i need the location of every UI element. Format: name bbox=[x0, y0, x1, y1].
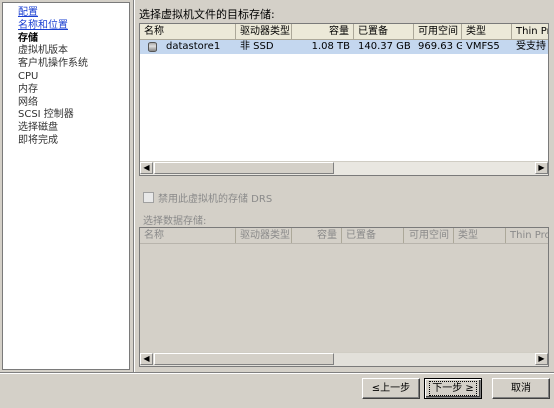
column-header-provisioned: 已置备 bbox=[342, 228, 404, 243]
next-button[interactable]: 下一步 ≥ bbox=[424, 378, 482, 399]
footer-divider-highlight bbox=[0, 373, 554, 374]
column-header-provisioned[interactable]: 已置备 bbox=[354, 24, 414, 39]
disable-storage-drs-label: 禁用此虚拟机的存储 DRS bbox=[158, 194, 273, 205]
wizard-steps-list: 配置 名称和位置 存储 虚拟机版本 客户机操作系统 CPU 内存 网络 SCSI… bbox=[18, 7, 88, 148]
scroll-left-arrow-icon: ◀ bbox=[140, 353, 153, 365]
column-header-free-space[interactable]: 可用空间 bbox=[414, 24, 462, 39]
row-capacity: 1.08 TB bbox=[311, 41, 350, 52]
back-button[interactable]: ≤上一步 bbox=[362, 378, 420, 399]
step-select-disk: 选择磁盘 bbox=[18, 122, 58, 134]
table-header: 名称 驱动器类型 容量 已置备 可用空间 类型 Thin Prov bbox=[140, 24, 548, 40]
step-guest-os: 客户机操作系统 bbox=[18, 58, 88, 70]
step-scsi-controller: SCSI 控制器 bbox=[18, 109, 74, 121]
scroll-left-arrow-icon[interactable]: ◀ bbox=[140, 162, 153, 174]
step-storage: 存储 bbox=[18, 32, 38, 44]
step-vm-version: 虚拟机版本 bbox=[18, 45, 68, 57]
select-datastore-label: 选择数据存储: bbox=[143, 216, 207, 227]
table-row[interactable]: datastore1 非 SSD 1.08 TB 140.37 GB 969.6… bbox=[140, 40, 548, 54]
storage-drs-option: 禁用此虚拟机的存储 DRS bbox=[143, 190, 272, 205]
column-header-thin-provisioning: Thin Provi bbox=[510, 230, 548, 241]
cancel-button-label: 取消 bbox=[511, 383, 531, 394]
horizontal-scrollbar[interactable]: ◀ ▶ bbox=[140, 161, 548, 175]
section-title: 选择虚拟机文件的目标存储: bbox=[139, 8, 275, 21]
wizard-steps-panel: 配置 名称和位置 存储 虚拟机版本 客户机操作系统 CPU 内存 网络 SCSI… bbox=[2, 2, 130, 370]
next-button-label: 下一步 ≥ bbox=[429, 381, 477, 396]
table-header: 名称 驱动器类型 容量 已置备 可用空间 类型 Thin Provi bbox=[140, 228, 548, 244]
column-header-capacity: 容量 bbox=[292, 228, 342, 243]
datastore-table[interactable]: 名称 驱动器类型 容量 已置备 可用空间 类型 Thin Prov datast… bbox=[139, 23, 549, 176]
row-name: datastore1 bbox=[166, 41, 221, 52]
column-header-type: 类型 bbox=[454, 228, 506, 243]
back-button-label: ≤上一步 bbox=[371, 383, 411, 394]
disable-storage-drs-checkbox bbox=[143, 192, 154, 203]
step-memory: 内存 bbox=[18, 83, 38, 95]
column-header-name: 名称 bbox=[140, 228, 236, 243]
datastore-selection-table: 名称 驱动器类型 容量 已置备 可用空间 类型 Thin Provi ◀ ▶ bbox=[139, 227, 549, 367]
column-header-thin-provisioning[interactable]: Thin Prov bbox=[512, 24, 548, 39]
scrollbar-thumb bbox=[154, 353, 334, 365]
vertical-divider-highlight bbox=[134, 0, 135, 372]
step-network: 网络 bbox=[18, 96, 38, 108]
scroll-right-arrow-icon[interactable]: ▶ bbox=[535, 162, 548, 174]
database-icon bbox=[148, 42, 157, 52]
row-drive-type: 非 SSD bbox=[240, 41, 274, 52]
step-configuration[interactable]: 配置 bbox=[18, 7, 88, 20]
step-ready-to-complete: 即将完成 bbox=[18, 134, 58, 146]
step-cpu: CPU bbox=[18, 70, 39, 82]
column-header-drive-type[interactable]: 驱动器类型 bbox=[236, 24, 292, 39]
row-provisioned: 140.37 GB bbox=[358, 41, 411, 52]
step-name-location[interactable]: 名称和位置 bbox=[18, 20, 88, 33]
column-header-type[interactable]: 类型 bbox=[462, 24, 512, 39]
column-header-free-space: 可用空间 bbox=[404, 228, 454, 243]
row-thin-provisioning: 受支持 bbox=[516, 41, 546, 52]
horizontal-scrollbar: ◀ ▶ bbox=[140, 352, 548, 366]
scrollbar-thumb[interactable] bbox=[154, 162, 334, 174]
row-type: VMFS5 bbox=[466, 41, 500, 52]
column-header-drive-type: 驱动器类型 bbox=[236, 228, 292, 243]
row-free-space: 969.63 GB bbox=[418, 41, 462, 52]
column-header-capacity[interactable]: 容量 bbox=[292, 24, 354, 39]
cancel-button[interactable]: 取消 bbox=[492, 378, 550, 399]
column-header-name[interactable]: 名称 bbox=[140, 24, 236, 39]
scroll-right-arrow-icon: ▶ bbox=[535, 353, 548, 365]
